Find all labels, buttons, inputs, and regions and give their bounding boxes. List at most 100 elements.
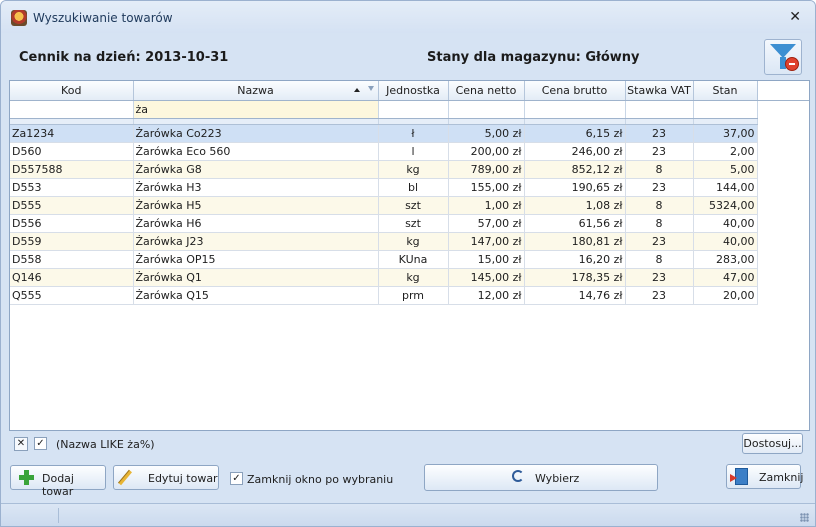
cell-stan[interactable]: 40,00 [693,232,758,251]
cell-stawka-vat[interactable]: 8 [625,196,694,215]
cell-stawka-vat[interactable]: 23 [625,268,694,287]
cell-nazwa[interactable]: Żarówka Eco 560 [133,142,379,161]
close-after-select-checkbox[interactable]: ✓ [230,472,243,485]
cell-stawka-vat[interactable]: 23 [625,178,694,197]
cell-stawka-vat[interactable]: 23 [625,232,694,251]
filter-cell-cena-netto[interactable] [448,100,525,119]
add-product-button[interactable]: Dodaj towar [10,465,106,498]
table-row[interactable]: Za1234 Żarówka Co223 ł 5,00 zł 6,15 zł 23 37,0… [10,124,809,143]
clear-filter-button[interactable] [764,39,802,75]
cell-stan[interactable]: 283,00 [693,250,758,269]
table-row[interactable]: Q555 Żarówka Q15 prm 12,00 zł 14,76 zł 23 20,0… [10,286,809,305]
column-header-jednostka[interactable]: Jednostka [378,81,449,101]
cell-nazwa[interactable]: Żarówka Q1 [133,268,379,287]
cell-cena-netto[interactable]: 1,00 zł [448,196,525,215]
column-header-kod[interactable]: Kod [10,81,134,101]
cell-stan[interactable]: 20,00 [693,286,758,305]
cell-nazwa[interactable]: Żarówka OP15 [133,250,379,269]
table-row[interactable]: D559 Żarówka J23 kg 147,00 zł 180,81 zł 23 40,… [10,232,809,251]
edit-product-button[interactable]: Edytuj towar [113,465,219,490]
cell-cena-brutto[interactable]: 190,65 zł [524,178,626,197]
cell-jednostka[interactable]: szt [378,196,449,215]
cell-cena-netto[interactable]: 200,00 zł [448,142,525,161]
cell-stan[interactable]: 5324,00 [693,196,758,215]
customize-button[interactable]: Dostosuj... [742,433,803,454]
cell-cena-brutto[interactable]: 1,08 zł [524,196,626,215]
cell-cena-netto[interactable]: 789,00 zł [448,160,525,179]
cell-stawka-vat[interactable]: 23 [625,142,694,161]
table-row[interactable]: D555 Żarówka H5 szt 1,00 zł 1,08 zł 8 5324,00 [10,196,809,215]
column-header-cena-brutto[interactable]: Cena brutto [524,81,626,101]
column-header-stawka-vat[interactable]: Stawka VAT [625,81,694,101]
column-header-nazwa[interactable]: Nazwa [133,81,379,101]
cell-kod[interactable]: D556 [10,214,134,233]
table-row[interactable]: Q146 Żarówka Q1 kg 145,00 zł 178,35 zł 23 47,0… [10,268,809,287]
table-row[interactable]: D560 Żarówka Eco 560 l 200,00 zł 246,00 zł 23… [10,142,809,161]
filter-cell-cena-brutto[interactable] [524,100,626,119]
cell-stawka-vat[interactable]: 8 [625,160,694,179]
cell-nazwa[interactable]: Żarówka Q15 [133,286,379,305]
cell-kod[interactable]: D560 [10,142,134,161]
cell-kod[interactable]: Za1234 [10,124,134,143]
cell-stan[interactable]: 40,00 [693,214,758,233]
cell-cena-brutto[interactable]: 6,15 zł [524,124,626,143]
cell-stawka-vat[interactable]: 8 [625,214,694,233]
cell-jednostka[interactable]: kg [378,232,449,251]
cell-cena-brutto[interactable]: 246,00 zł [524,142,626,161]
cell-jednostka[interactable]: szt [378,214,449,233]
cell-cena-brutto[interactable]: 61,56 zł [524,214,626,233]
cell-cena-netto[interactable]: 145,00 zł [448,268,525,287]
filter-enabled-checkbox[interactable]: ✓ [34,437,47,450]
filter-cell-stan[interactable] [693,100,758,119]
cell-cena-netto[interactable]: 15,00 zł [448,250,525,269]
cell-cena-brutto[interactable]: 16,20 zł [524,250,626,269]
cell-nazwa[interactable]: Żarówka H3 [133,178,379,197]
cell-cena-brutto[interactable]: 178,35 zł [524,268,626,287]
column-header-cena-netto[interactable]: Cena netto [448,81,525,101]
filter-expression[interactable]: (Nazwa LIKE ża%) [56,438,155,451]
cell-nazwa[interactable]: Żarówka H5 [133,196,379,215]
cell-jednostka[interactable]: kg [378,160,449,179]
table-row[interactable]: D553 Żarówka H3 bl 155,00 zł 190,65 zł 23 144,… [10,178,809,197]
cell-cena-netto[interactable]: 57,00 zł [448,214,525,233]
cell-jednostka[interactable]: KUna [378,250,449,269]
cell-cena-netto[interactable]: 147,00 zł [448,232,525,251]
table-row[interactable]: D557588 Żarówka G8 kg 789,00 zł 852,12 zł 8 5,… [10,160,809,179]
cell-kod[interactable]: D558 [10,250,134,269]
cell-stan[interactable]: 144,00 [693,178,758,197]
filter-cell-stawka-vat[interactable] [625,100,694,119]
cell-kod[interactable]: D553 [10,178,134,197]
cell-cena-brutto[interactable]: 180,81 zł [524,232,626,251]
cell-stan[interactable]: 5,00 [693,160,758,179]
cell-nazwa[interactable]: Żarówka G8 [133,160,379,179]
cell-jednostka[interactable]: kg [378,268,449,287]
cell-kod[interactable]: Q146 [10,268,134,287]
cell-jednostka[interactable]: l [378,142,449,161]
table-row[interactable]: D556 Żarówka H6 szt 57,00 zł 61,56 zł 8 40,00 [10,214,809,233]
cell-cena-brutto[interactable]: 14,76 zł [524,286,626,305]
cell-stawka-vat[interactable]: 23 [625,286,694,305]
cell-cena-netto[interactable]: 12,00 zł [448,286,525,305]
cell-kod[interactable]: Q555 [10,286,134,305]
cell-cena-netto[interactable]: 5,00 zł [448,124,525,143]
filter-cell-jednostka[interactable] [378,100,449,119]
table-row[interactable]: D558 Żarówka OP15 KUna 15,00 zł 16,20 zł 8 283… [10,250,809,269]
cell-stawka-vat[interactable]: 8 [625,250,694,269]
cell-jednostka[interactable]: prm [378,286,449,305]
cell-stan[interactable]: 47,00 [693,268,758,287]
column-header-stan[interactable]: Stan [693,81,758,101]
close-button[interactable]: Zamknij [726,464,803,489]
filter-cell-nazwa[interactable]: ża [133,100,379,119]
cell-nazwa[interactable]: Żarówka J23 [133,232,379,251]
column-filter-icon[interactable] [367,86,374,91]
cell-nazwa[interactable]: Żarówka H6 [133,214,379,233]
cell-jednostka[interactable]: ł [378,124,449,143]
cell-stan[interactable]: 37,00 [693,124,758,143]
clear-filter-x-icon[interactable]: ✕ [14,437,28,451]
cell-kod[interactable]: D555 [10,196,134,215]
close-window-icon[interactable]: ✕ [789,9,801,25]
cell-stawka-vat[interactable]: 23 [625,124,694,143]
cell-nazwa[interactable]: Żarówka Co223 [133,124,379,143]
filter-cell-kod[interactable] [10,100,134,119]
cell-jednostka[interactable]: bl [378,178,449,197]
